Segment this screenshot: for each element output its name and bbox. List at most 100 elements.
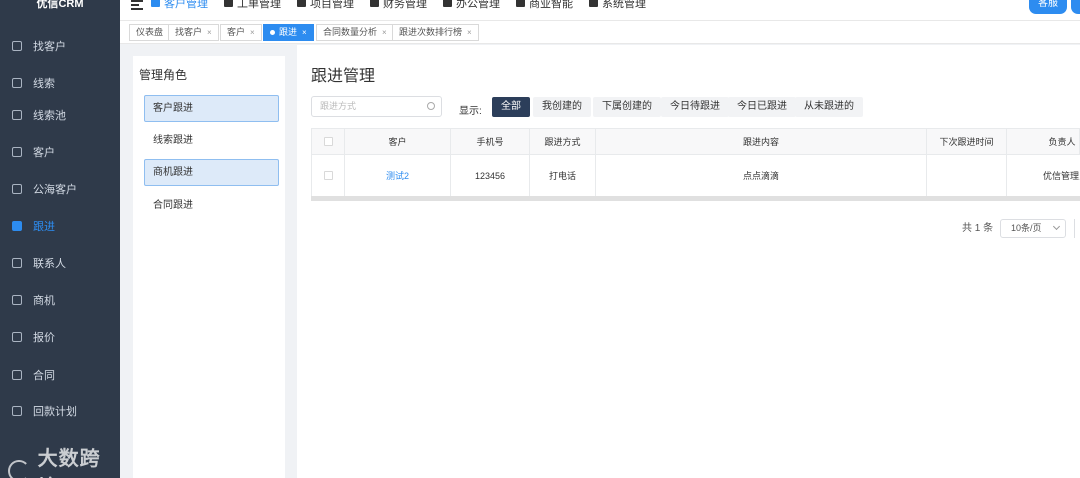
top-menu-item[interactable]: 办公管理	[443, 0, 500, 12]
header-next-time[interactable]: 下次跟进时间	[927, 129, 1007, 154]
page-tab[interactable]: 跟进 ×	[263, 24, 314, 41]
table-header: 客户 手机号 跟进方式 跟进内容 下次跟进时间 负责人	[311, 128, 1080, 155]
role-item[interactable]: 客户跟进	[144, 95, 279, 122]
page-jump[interactable]	[1074, 219, 1080, 238]
search-placeholder: 跟进方式	[320, 101, 357, 111]
menu-item-icon	[297, 0, 306, 7]
cell-content: 点点滴滴	[596, 155, 927, 196]
sidebar-item[interactable]: 商机	[0, 281, 120, 318]
top-menu-item[interactable]: 财务管理	[370, 0, 427, 12]
close-icon[interactable]: ×	[382, 28, 387, 37]
sidebar-item[interactable]: 公海客户	[0, 170, 120, 207]
customer-link[interactable]: 测试2	[386, 169, 409, 182]
filter-button[interactable]: 从未跟进的	[795, 97, 863, 117]
filter-button[interactable]: 我创建的	[533, 97, 591, 117]
followup-icon	[12, 220, 22, 231]
role-item[interactable]: 线索跟进	[144, 127, 279, 154]
page-size-select[interactable]: 10条/页	[1000, 219, 1066, 238]
top-menu-label: 客户管理	[164, 0, 208, 10]
pool-icon	[12, 109, 22, 120]
header-customer[interactable]: 客户	[345, 129, 451, 154]
sidebar-item[interactable]: 联系人	[0, 244, 120, 281]
user-menu-button[interactable]	[1071, 0, 1080, 14]
page-tab[interactable]: 找客户 ×	[168, 24, 219, 41]
page-tab[interactable]: 跟进次数排行榜 ×	[392, 24, 479, 41]
page-tab[interactable]: 仪表盘	[129, 24, 171, 41]
table-row[interactable]: 测试2 123456 打电话 点点滴滴 优信管理员	[311, 155, 1080, 197]
sidebar-item[interactable]: 客户	[0, 133, 120, 170]
select-all-cell	[312, 129, 345, 154]
top-menu-item[interactable]: 商业智能	[516, 0, 573, 12]
sidebar-item[interactable]: 回款计划	[0, 392, 120, 429]
watermark-text: 大数跨境	[37, 448, 101, 478]
header-owner[interactable]: 负责人	[1007, 129, 1080, 154]
page-title: 跟进管理	[311, 68, 376, 85]
horizontal-scrollbar[interactable]	[311, 196, 1080, 201]
contract-icon	[12, 369, 22, 380]
page-tab[interactable]: 客户 ×	[220, 24, 262, 41]
top-menu: 客户管理 工单管理 项目管理 财务管理 办公管理 商业智能 系统管理	[151, 0, 662, 12]
tab-label: 客户	[227, 27, 246, 37]
row-checkbox[interactable]	[323, 171, 333, 180]
page-tab[interactable]: 合同数量分析 ×	[316, 24, 394, 41]
watermark: 大数跨境	[8, 442, 120, 478]
cell-customer: 测试2	[345, 155, 451, 196]
tab-label: 跟进	[279, 27, 298, 37]
header-phone[interactable]: 手机号	[451, 129, 530, 154]
close-icon[interactable]: ×	[302, 28, 307, 37]
page-tabs: 仪表盘 找客户 × 客户 × 跟进 × 合同数量分析 × 跟进次数排行榜 ×	[120, 20, 1080, 44]
menu-item-icon	[224, 0, 233, 7]
search-input[interactable]: 跟进方式	[311, 96, 442, 117]
top-menu-item[interactable]: 项目管理	[297, 0, 354, 12]
cell-method: 打电话	[530, 155, 596, 196]
select-all-checkbox[interactable]	[323, 137, 333, 146]
filter-label: 显示:	[459, 106, 482, 117]
filter-button[interactable]: 今日已跟进	[728, 97, 796, 117]
top-menu-label: 系统管理	[602, 0, 646, 10]
role-item[interactable]: 合同跟进	[144, 192, 279, 219]
filter-button[interactable]: 今日待跟进	[661, 97, 729, 117]
close-icon[interactable]: ×	[467, 28, 472, 37]
payment-plan-icon	[12, 405, 22, 416]
sidebar: 优信CRM 找客户线索线索池客户公海客户跟进联系人商机报价合同回款计划 大数跨境	[0, 0, 120, 478]
top-menu-item[interactable]: 系统管理	[589, 0, 646, 12]
customer-service-button[interactable]: 客服	[1029, 0, 1067, 14]
search-icon[interactable]	[427, 102, 435, 110]
top-menu-item[interactable]: 工单管理	[224, 0, 281, 12]
sidebar-item-label: 联系人	[33, 257, 66, 270]
top-menu-label: 财务管理	[383, 0, 427, 10]
sidebar-item-label: 客户	[33, 146, 55, 159]
sidebar-item[interactable]: 找客户	[0, 27, 120, 64]
chevron-down-icon	[1052, 222, 1061, 231]
top-menu-item[interactable]: 客户管理	[151, 0, 208, 12]
header-content[interactable]: 跟进内容	[596, 129, 927, 154]
row-select-cell	[312, 155, 345, 196]
header-method[interactable]: 跟进方式	[530, 129, 596, 154]
sidebar-item-label: 找客户	[33, 40, 66, 53]
top-menu-label: 商业智能	[529, 0, 573, 10]
pagination-total: 共 1 条	[962, 223, 994, 234]
sidebar-item[interactable]: 线索池	[0, 96, 120, 133]
sidebar-item[interactable]: 报价	[0, 318, 120, 355]
close-icon[interactable]: ×	[207, 28, 212, 37]
sidebar-item[interactable]: 合同	[0, 356, 120, 393]
filter-button[interactable]: 下属创建的	[593, 97, 661, 117]
sidebar-item[interactable]: 跟进	[0, 207, 120, 244]
top-menu-label: 工单管理	[237, 0, 281, 10]
close-icon[interactable]: ×	[250, 28, 255, 37]
opportunity-icon	[12, 294, 22, 305]
sidebar-item-label: 报价	[33, 331, 55, 344]
tab-label: 找客户	[175, 27, 203, 37]
menu-item-icon	[443, 0, 452, 7]
menu-toggle-icon[interactable]	[131, 0, 143, 10]
search-user-icon	[12, 40, 22, 51]
filter-button[interactable]: 全部	[492, 97, 530, 117]
sidebar-item-label: 回款计划	[33, 405, 77, 418]
role-list: 客户跟进线索跟进商机跟进合同跟进	[140, 89, 285, 286]
role-item[interactable]: 商机跟进	[144, 159, 279, 186]
watermark-logo-icon	[8, 460, 30, 478]
menu-item-icon	[589, 0, 598, 7]
active-dot-icon	[270, 30, 275, 36]
top-navbar: 客户管理 工单管理 项目管理 财务管理 办公管理 商业智能 系统管理	[120, 0, 1080, 20]
role-panel-title: 管理角色	[139, 68, 188, 82]
